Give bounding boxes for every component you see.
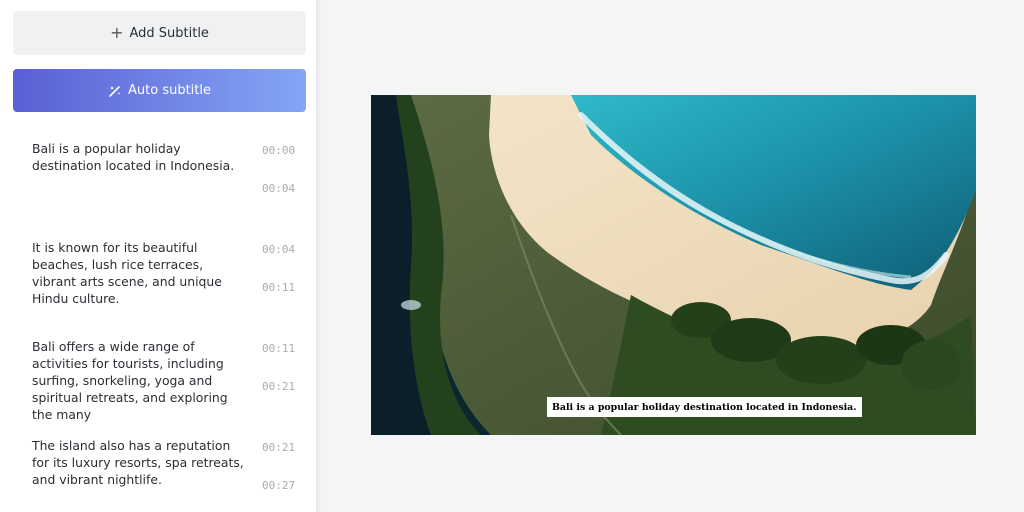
subtitle-end-time[interactable]: 00:04 [262,182,295,195]
subtitle-end-time[interactable]: 00:11 [262,281,295,294]
subtitle-end-time[interactable]: 00:21 [262,380,295,393]
subtitle-caption-overlay[interactable]: Bali is a popular holiday destination lo… [547,397,862,417]
subtitle-text[interactable]: The island also has a reputation for its… [32,437,247,488]
add-subtitle-button[interactable]: + Add Subtitle [13,11,306,55]
plus-icon: + [110,23,124,42]
auto-subtitle-button[interactable]: Auto subtitle [13,69,306,112]
video-preview[interactable] [371,95,976,435]
add-subtitle-label: Add Subtitle [129,25,209,41]
auto-subtitle-label: Auto subtitle [128,83,211,98]
subtitle-start-time[interactable]: 00:21 [262,441,295,454]
magic-wand-icon [109,85,121,97]
subtitle-text[interactable]: It is known for its beautiful beaches, l… [32,239,247,307]
subtitle-panel: + Add Subtitle Auto subtitle Bali is a p… [0,0,317,512]
subtitle-text[interactable]: Bali offers a wide range of activities f… [32,338,247,423]
subtitle-text[interactable]: Bali is a popular holiday destination lo… [32,140,247,174]
subtitle-start-time[interactable]: 00:04 [262,243,295,256]
video-frame-image [371,95,976,435]
subtitle-editor: + Add Subtitle Auto subtitle Bali is a p… [0,0,1024,512]
subtitle-end-time[interactable]: 00:27 [262,479,295,492]
subtitle-start-time[interactable]: 00:11 [262,342,295,355]
subtitle-start-time[interactable]: 00:00 [262,144,295,157]
